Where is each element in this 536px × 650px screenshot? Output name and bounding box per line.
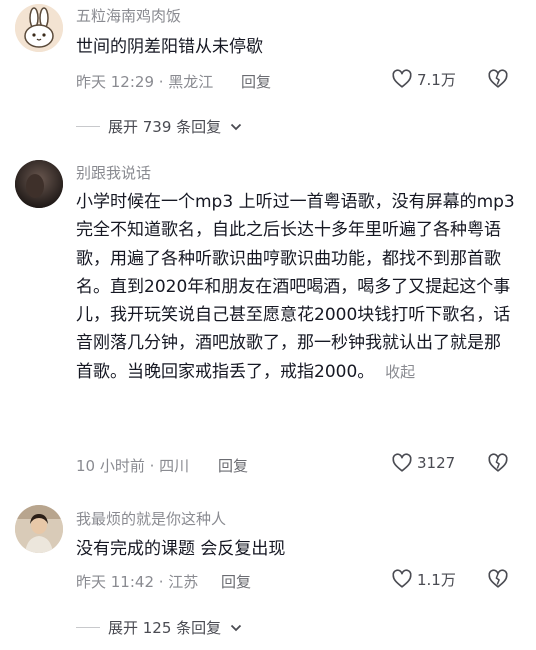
chevron-down-icon	[231, 624, 242, 631]
like-button[interactable]: 1.1万	[391, 568, 456, 590]
comment-username[interactable]: 五粒海南鸡肉饭	[76, 5, 181, 26]
chevron-down-icon	[231, 123, 242, 130]
like-count: 3127	[417, 454, 456, 472]
comment-time-location: 10 小时前 · 四川	[76, 457, 190, 475]
bunny-avatar-icon	[15, 4, 63, 52]
comment-time-location: 昨天 11:42 · 江苏	[76, 573, 199, 591]
like-button[interactable]: 3127	[391, 452, 455, 474]
expand-replies-label: 展开 125 条回复	[108, 619, 222, 637]
dark-photo-avatar-icon	[15, 160, 63, 208]
like-count: 7.1万	[417, 70, 456, 89]
heart-icon	[392, 569, 412, 588]
avatar[interactable]	[15, 160, 63, 208]
comment-text-body: 小学时候在一个mp3 上听过一首粤语歌，没有屏幕的mp3 完全不知道歌名，自此之…	[76, 192, 515, 382]
comment-time-location: 昨天 12:29 · 黑龙江	[76, 73, 214, 91]
comment-text: 小学时候在一个mp3 上听过一首粤语歌，没有屏幕的mp3 完全不知道歌名，自此之…	[76, 188, 516, 386]
heart-icon	[392, 69, 412, 88]
person-avatar-icon	[15, 505, 63, 553]
dislike-button[interactable]	[487, 452, 509, 478]
expand-replies-button[interactable]: 展开 739 条回复	[76, 116, 243, 137]
broken-heart-icon	[488, 69, 508, 88]
expand-replies-label: 展开 739 条回复	[108, 118, 222, 136]
broken-heart-icon	[488, 569, 508, 588]
reply-button[interactable]: 回复	[241, 71, 271, 92]
avatar[interactable]	[15, 505, 63, 553]
like-button[interactable]: 7.1万	[391, 68, 456, 90]
divider-line	[76, 627, 100, 628]
comment-text: 没有完成的课题 会反复出现	[76, 539, 286, 559]
expand-replies-button[interactable]: 展开 125 条回复	[76, 617, 243, 638]
broken-heart-icon	[488, 453, 508, 472]
reply-button[interactable]: 回复	[218, 455, 248, 476]
collapse-button[interactable]: 收起	[385, 363, 415, 381]
comment-username[interactable]: 别跟我说话	[76, 162, 151, 183]
reply-button[interactable]: 回复	[221, 571, 251, 592]
avatar[interactable]	[15, 4, 63, 52]
divider-line	[76, 126, 100, 127]
comment-username[interactable]: 我最烦的就是你这种人	[76, 508, 226, 529]
comment-text: 世间的阴差阳错从未停歇	[76, 37, 263, 57]
like-count: 1.1万	[417, 570, 456, 589]
heart-icon	[392, 453, 412, 472]
dislike-button[interactable]	[487, 568, 509, 594]
dislike-button[interactable]	[487, 68, 509, 94]
